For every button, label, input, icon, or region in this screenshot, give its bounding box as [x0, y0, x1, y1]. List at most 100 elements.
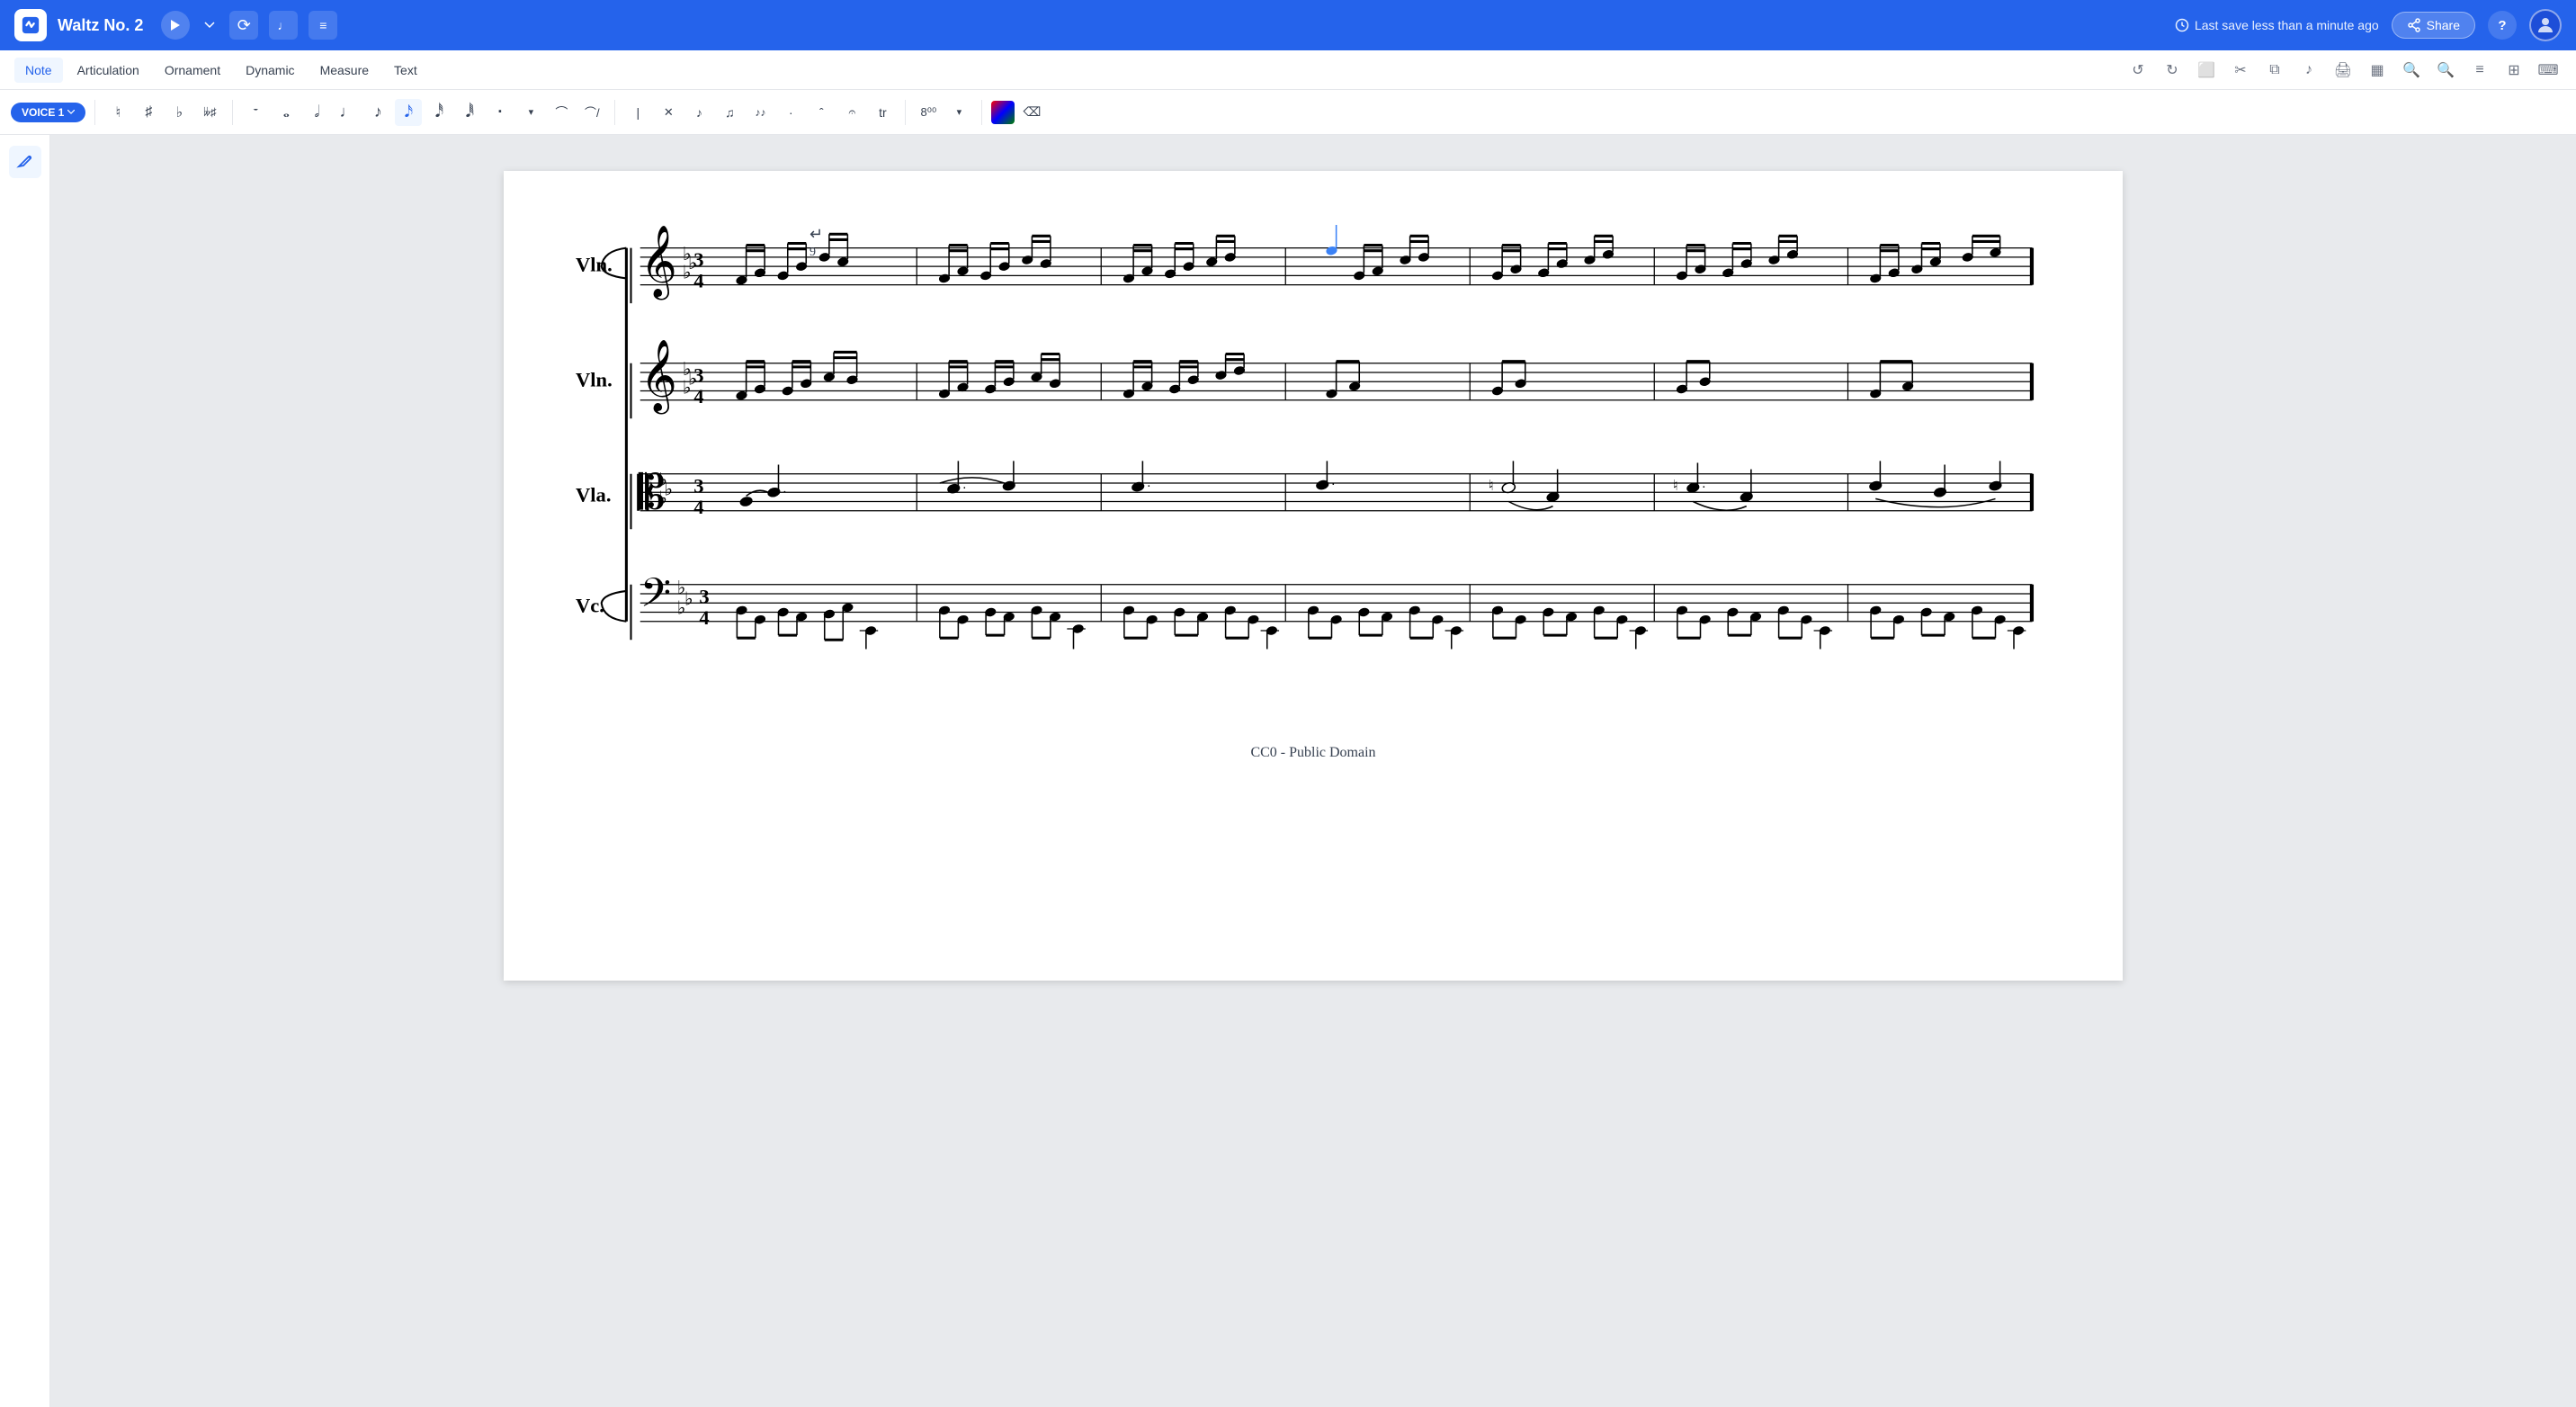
- undo-button[interactable]: ↺: [2124, 57, 2151, 84]
- sharp-button[interactable]: ♯: [135, 99, 162, 126]
- trill-toolbar-button[interactable]: tr: [869, 99, 896, 126]
- metronome-button[interactable]: ♩: [269, 11, 298, 40]
- natural-button[interactable]: ♮: [104, 99, 131, 126]
- quarter-note-button[interactable]: ♩: [334, 99, 361, 126]
- pitch-button[interactable]: 8⁰⁰: [915, 99, 942, 126]
- voice-selector[interactable]: VOICE 1: [11, 103, 85, 122]
- menu-ornament[interactable]: Ornament: [154, 58, 231, 83]
- loop-button[interactable]: ⟳: [229, 11, 258, 40]
- user-avatar[interactable]: [2529, 9, 2562, 41]
- svg-text:.: .: [1148, 476, 1151, 490]
- cut-button[interactable]: ✂: [2227, 57, 2254, 84]
- lines-button[interactable]: ≡: [2466, 57, 2493, 84]
- keyboard-button[interactable]: ⌨: [2535, 57, 2562, 84]
- sixty-fourth-note-button[interactable]: 𝅘𝅥𝅱: [456, 99, 483, 126]
- accent-toolbar-button[interactable]: ˆ: [808, 99, 835, 126]
- copy-button[interactable]: ⧉: [2261, 57, 2288, 84]
- menu-articulation[interactable]: Articulation: [67, 58, 150, 83]
- thirty-second-note-button[interactable]: 𝅘𝅥𝅰: [425, 99, 452, 126]
- cursor-button[interactable]: |: [624, 99, 651, 126]
- chord-button[interactable]: ♫: [716, 99, 743, 126]
- header-right: Last save less than a minute ago Share ?: [2175, 9, 2562, 41]
- mixer-button[interactable]: ≡: [309, 11, 337, 40]
- svg-text:.: .: [963, 478, 967, 492]
- toolbar-separator-5: [981, 100, 982, 125]
- svg-text:♭: ♭: [677, 599, 686, 619]
- toolbar-separator-2: [232, 100, 233, 125]
- grace-note-button[interactable]: ♪♪: [747, 99, 774, 126]
- svg-text:Vc.: Vc.: [576, 595, 604, 617]
- edit-tool-button[interactable]: [9, 146, 41, 178]
- last-save-indicator: Last save less than a minute ago: [2175, 18, 2379, 32]
- menu-note[interactable]: Note: [14, 58, 63, 83]
- zoom-in-button[interactable]: 🔍: [2398, 57, 2425, 84]
- svg-text:𝄢: 𝄢: [640, 572, 671, 625]
- toolbar-separator-3: [614, 100, 615, 125]
- svg-text:4: 4: [699, 606, 709, 629]
- toolbar-separator-1: [94, 100, 95, 125]
- half-note-button[interactable]: 𝅗𝅥: [303, 99, 330, 126]
- svg-text:Vln.: Vln.: [576, 368, 613, 390]
- menu-text[interactable]: Text: [383, 58, 428, 83]
- mixer-button2[interactable]: ⊞: [2500, 57, 2527, 84]
- repeat-arrow: ↵: [809, 225, 823, 244]
- app-logo[interactable]: [14, 9, 47, 41]
- svg-text:3: 3: [699, 585, 709, 607]
- tie-button[interactable]: ⌒: [548, 99, 575, 126]
- pitch-dropdown[interactable]: ▾: [945, 99, 972, 126]
- whole-rest-button[interactable]: 𝄻: [242, 99, 269, 126]
- menu-dynamic[interactable]: Dynamic: [235, 58, 305, 83]
- svg-text:3: 3: [693, 474, 703, 497]
- expand-button[interactable]: ⬜: [2193, 57, 2220, 84]
- double-flat-sharp-button[interactable]: 𝄫♯: [196, 99, 223, 126]
- svg-text:♭: ♭: [683, 263, 692, 282]
- svg-text:𝄞: 𝄞: [640, 226, 677, 300]
- main-layout: ↵ 9 Vln. 𝄞 3 4: [0, 135, 2576, 1407]
- menu-measure[interactable]: Measure: [309, 58, 380, 83]
- delete-button[interactable]: ⌫: [1018, 99, 1045, 126]
- dot-button[interactable]: ·: [487, 99, 514, 126]
- svg-text:♮: ♮: [1673, 477, 1678, 494]
- menu-right-icons: ↺ ↻ ⬜ ✂ ⧉ ♪ 🖨 ▦ 🔍 🔍 ≡ ⊞ ⌨: [2124, 57, 2562, 84]
- color-button[interactable]: [991, 101, 1015, 124]
- play-button[interactable]: [161, 11, 190, 40]
- voice-insert-button[interactable]: ♪: [2295, 57, 2322, 84]
- copyright-notice: CC0 - Public Domain: [576, 745, 2051, 761]
- top-header: Waltz No. 2 ⟳ ♩ ≡ Last save less than a …: [0, 0, 2576, 50]
- staccato-toolbar-button[interactable]: ·: [777, 99, 804, 126]
- share-button[interactable]: Share: [2392, 12, 2475, 39]
- zoom-out-button[interactable]: 🔍: [2432, 57, 2459, 84]
- flat-button[interactable]: ♭: [165, 99, 192, 126]
- svg-text:♭: ♭: [683, 379, 692, 399]
- svg-text:Vla.: Vla.: [576, 484, 611, 506]
- svg-text:4: 4: [693, 496, 703, 518]
- menu-bar: Note Articulation Ornament Dynamic Measu…: [0, 50, 2576, 90]
- sixteenth-note-button[interactable]: 𝅘𝅥𝅯: [395, 99, 422, 126]
- svg-text:.: .: [1332, 474, 1336, 488]
- measure-marker: ↵ 9: [809, 225, 823, 260]
- whole-note-button[interactable]: 𝅝: [273, 99, 300, 126]
- toolbar-separator-4: [905, 100, 906, 125]
- dot-dropdown[interactable]: ▾: [517, 99, 544, 126]
- help-button[interactable]: ?: [2488, 11, 2517, 40]
- flip-button[interactable]: ✕: [655, 99, 682, 126]
- beam-break-button[interactable]: ⌒/: [578, 99, 605, 126]
- svg-text:𝄞: 𝄞: [640, 340, 677, 415]
- svg-text:♮: ♮: [1489, 477, 1494, 494]
- note-head-button[interactable]: ♪: [685, 99, 712, 126]
- svg-text:.: .: [1703, 477, 1706, 491]
- svg-text:.: .: [783, 481, 787, 496]
- score-notation: Vln. 𝄞 3 4 ♭ ♭ ♭: [576, 225, 2051, 704]
- redo-button[interactable]: ↻: [2159, 57, 2186, 84]
- score-area[interactable]: ↵ 9 Vln. 𝄞 3 4: [50, 135, 2576, 1407]
- svg-text:♭: ♭: [658, 489, 667, 509]
- score-page: ↵ 9 Vln. 𝄞 3 4: [504, 171, 2123, 981]
- note-toolbar: VOICE 1 ♮ ♯ ♭ 𝄫♯ 𝄻 𝅝 𝅗𝅥 ♩ ♪ 𝅘𝅥𝅯 𝅘𝅥𝅰 𝅘𝅥𝅱 …: [0, 90, 2576, 135]
- eighth-note-button[interactable]: ♪: [364, 99, 391, 126]
- transport-dropdown[interactable]: [201, 18, 219, 32]
- fermata-toolbar-button[interactable]: 𝄐: [838, 99, 865, 126]
- left-panel: [0, 135, 50, 1407]
- document-title: Waltz No. 2: [58, 16, 143, 35]
- table-button[interactable]: ▦: [2364, 57, 2391, 84]
- print-button[interactable]: 🖨: [2330, 57, 2357, 84]
